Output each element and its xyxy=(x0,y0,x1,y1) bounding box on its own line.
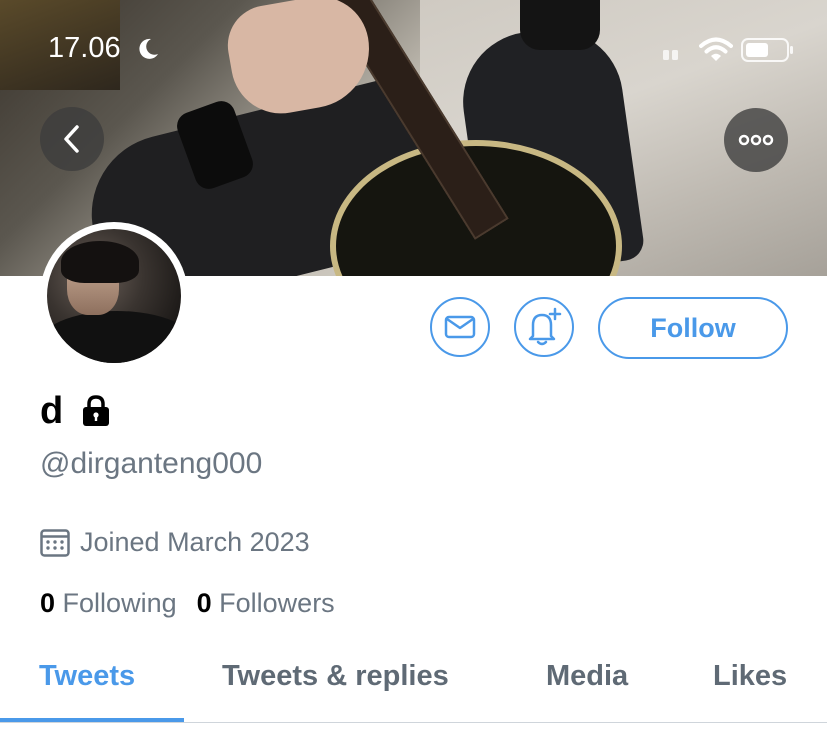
status-time: 17.06 xyxy=(48,32,121,64)
avatar-hair xyxy=(61,241,139,283)
profile-handle: @dirganteng000 xyxy=(40,447,263,480)
follow-stats: 0 Following 0 Followers xyxy=(40,588,335,619)
back-button[interactable] xyxy=(40,107,104,171)
chevron-left-icon xyxy=(64,125,79,153)
display-name: d xyxy=(40,390,64,432)
wifi-icon xyxy=(699,37,733,61)
bell-plus-icon xyxy=(528,307,562,346)
avatar-photo xyxy=(47,229,181,363)
tab-likes[interactable]: Likes xyxy=(713,660,787,693)
more-options-button[interactable] xyxy=(724,108,788,172)
signal-icon xyxy=(663,50,678,60)
moon-icon xyxy=(139,38,158,59)
follow-button[interactable]: Follow xyxy=(598,297,788,359)
active-tab-indicator xyxy=(0,718,184,722)
followers-label: Followers xyxy=(219,588,335,618)
profile-tabs: Tweets Tweets & replies Media Likes xyxy=(0,640,827,723)
following-link[interactable]: 0 Following xyxy=(40,588,177,618)
followers-count: 0 xyxy=(196,588,212,618)
tab-tweets-and-replies[interactable]: Tweets & replies xyxy=(222,660,449,693)
envelope-icon xyxy=(444,315,476,339)
tab-tweets[interactable]: Tweets xyxy=(39,660,135,693)
banner-shoe xyxy=(520,0,600,50)
followers-link[interactable]: 0 Followers xyxy=(197,588,335,618)
tab-media[interactable]: Media xyxy=(546,660,628,693)
calendar-icon xyxy=(40,529,70,557)
following-label: Following xyxy=(62,588,177,618)
lock-icon xyxy=(83,395,109,426)
following-count: 0 xyxy=(40,588,56,618)
joined-date: Joined March 2023 xyxy=(80,527,310,557)
message-button[interactable] xyxy=(430,297,490,357)
battery-icon xyxy=(741,38,793,62)
ellipsis-icon xyxy=(738,134,774,146)
avatar[interactable] xyxy=(40,222,188,370)
notifications-button[interactable] xyxy=(514,297,574,357)
avatar-shirt xyxy=(47,311,181,363)
